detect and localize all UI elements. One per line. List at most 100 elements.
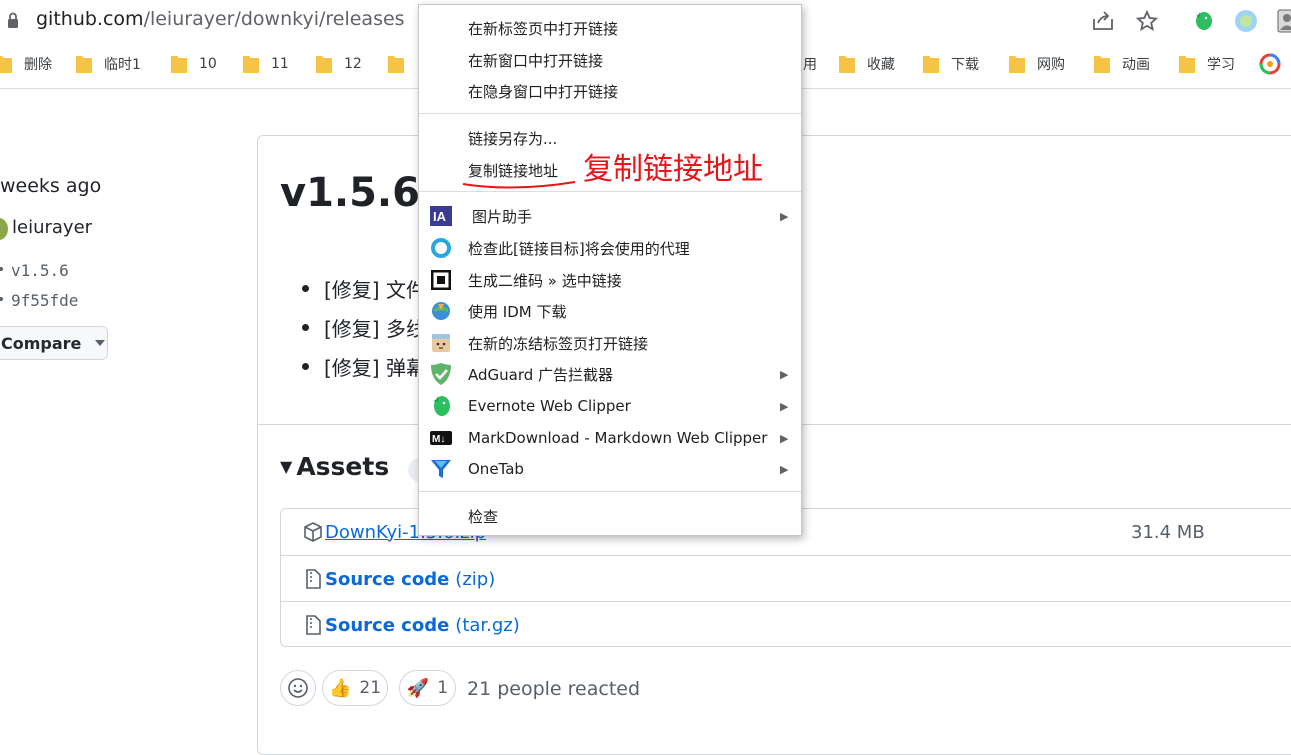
bookmark-folder[interactable]: 学习 [1179, 52, 1235, 76]
markdown-icon: M↓ [430, 427, 452, 449]
menu-check-proxy[interactable]: 检查此[链接目标]将会使用的代理 [419, 233, 801, 263]
folder-icon [1009, 56, 1025, 73]
asset-link[interactable]: Source code [325, 615, 449, 636]
bookmark-folder[interactable]: 收藏 [839, 52, 895, 76]
menu-open-new-tab[interactable]: 在新标签页中打开链接 [419, 13, 801, 43]
menu-separator [419, 113, 801, 114]
folder-icon [1094, 56, 1110, 73]
annotation-label: 复制链接地址 [583, 152, 763, 187]
menu-adguard[interactable]: AdGuard 广告拦截器 ▶ [419, 359, 801, 389]
extension-circle-icon[interactable] [1233, 8, 1259, 34]
submenu-arrow-icon: ▶ [780, 399, 789, 413]
menu-label: MarkDownload - Markdown Web Clipper [468, 429, 768, 447]
bookmark-folder[interactable]: 临时1 [76, 52, 141, 76]
bookmark-label: 网购 [1037, 57, 1065, 73]
menu-label: 在新窗口中打开链接 [468, 51, 604, 70]
menu-label: 检查 [468, 507, 499, 526]
profile-avatar-icon[interactable] [1274, 8, 1291, 34]
proxy-ring-icon [430, 237, 452, 259]
menu-inspect[interactable]: 检查 [419, 501, 801, 531]
menu-label: 在新的冻结标签页打开链接 [468, 334, 649, 353]
asset-row[interactable]: Source code (tar.gz) [281, 601, 1291, 648]
submenu-arrow-icon: ▶ [780, 367, 789, 381]
menu-evernote[interactable]: Evernote Web Clipper ▶ [419, 391, 801, 421]
url-host: github.com [36, 8, 144, 30]
bookmark-label: 临时1 [104, 57, 141, 73]
lock-icon[interactable] [6, 11, 20, 31]
menu-image-assistant[interactable]: IA 图片助手 ▶ [419, 201, 801, 231]
asset-ext[interactable]: (zip) [455, 569, 495, 590]
url-path: /leiurayer/downkyi/releases [143, 8, 405, 30]
menu-label: 在新标签页中打开链接 [468, 19, 619, 38]
menu-markdownload[interactable]: M↓ MarkDownload - Markdown Web Clipper ▶ [419, 423, 801, 453]
bookmark-folder[interactable]: 用 [803, 52, 817, 76]
bookmark-folder[interactable]: 删除 [0, 52, 52, 76]
menu-separator [419, 491, 801, 492]
bookmark-label: 11 [271, 56, 289, 72]
bookmark-folder[interactable]: 12 [316, 52, 362, 76]
context-menu: 在新标签页中打开链接 在新窗口中打开链接 在隐身窗口中打开链接 链接另存为...… [418, 4, 802, 536]
reaction-summary: 21 people reacted [467, 678, 641, 700]
bookmark-folder[interactable]: 网购 [1009, 52, 1065, 76]
colorful-site-icon [1259, 53, 1281, 75]
bookmark-folder[interactable]: 11 [243, 52, 289, 76]
menu-label: 使用 IDM 下载 [468, 302, 567, 321]
thumbs-up-reaction[interactable]: 👍 21 [322, 670, 388, 706]
compare-button[interactable]: Compare [0, 326, 108, 360]
folder-icon [1179, 56, 1195, 73]
release-title[interactable]: v1.5.6 [280, 170, 420, 216]
idm-globe-icon [430, 300, 452, 322]
author-avatar[interactable] [0, 218, 8, 240]
annotation-underline [462, 181, 576, 189]
rocket-reaction[interactable]: 🚀 1 [399, 670, 456, 706]
folder-icon [388, 56, 404, 73]
menu-open-new-window[interactable]: 在新窗口中打开链接 [419, 45, 801, 75]
menu-open-incognito[interactable]: 在隐身窗口中打开链接 [419, 76, 801, 106]
bookmark-site[interactable] [1259, 52, 1281, 76]
onetab-funnel-icon [430, 458, 452, 480]
menu-label: 链接另存为... [468, 129, 558, 148]
smiley-icon [288, 678, 308, 698]
note-text: [修复] 文件 [324, 278, 426, 302]
thumbs-up-icon: 👍 [328, 677, 352, 699]
svg-text:M↓: M↓ [432, 434, 445, 445]
menu-label: Evernote Web Clipper [468, 397, 631, 415]
assets-toggle[interactable]: ▼ Assets [280, 452, 389, 481]
commit-icon [0, 297, 3, 301]
submenu-arrow-icon: ▶ [780, 209, 789, 223]
bookmark-label: 10 [199, 56, 217, 72]
folder-icon [316, 56, 332, 73]
caret-down-icon [95, 340, 106, 346]
frozen-tab-icon [430, 332, 452, 354]
release-commit[interactable]: 9f55fde [11, 291, 78, 310]
menu-idm-download[interactable]: 使用 IDM 下载 [419, 296, 801, 326]
bookmark-label: 学习 [1207, 57, 1235, 73]
bookmark-folder[interactable] [388, 52, 416, 76]
add-reaction-button[interactable] [280, 670, 316, 706]
triangle-down-icon: ▼ [280, 457, 293, 476]
asset-link[interactable]: Source code [325, 569, 449, 590]
menu-onetab[interactable]: OneTab ▶ [419, 454, 801, 484]
evernote-extension-icon[interactable] [1190, 8, 1216, 34]
release-tag[interactable]: v1.5.6 [11, 261, 69, 280]
folder-icon [923, 56, 939, 73]
bullet-icon [302, 324, 309, 331]
asset-size: 31.4 MB [1131, 521, 1205, 543]
release-time: weeks ago [0, 175, 102, 197]
bookmark-folder[interactable]: 动画 [1094, 52, 1150, 76]
bookmark-folder[interactable]: 10 [171, 52, 217, 76]
share-icon[interactable] [1090, 8, 1116, 34]
author-name[interactable]: leiurayer [12, 217, 92, 238]
submenu-arrow-icon: ▶ [780, 431, 789, 445]
asset-ext[interactable]: (tar.gz) [455, 615, 519, 636]
bookmark-label: 下载 [951, 57, 979, 73]
file-zip-icon [306, 615, 321, 635]
star-bookmark-icon[interactable] [1134, 8, 1160, 34]
menu-frozen-tab[interactable]: 在新的冻结标签页打开链接 [419, 328, 801, 358]
url-text[interactable]: github.com/leiurayer/downkyi/releases [36, 8, 405, 30]
bookmark-folder[interactable]: 下载 [923, 52, 979, 76]
menu-qr-code[interactable]: 生成二维码 » 选中链接 [419, 265, 801, 295]
asset-row[interactable]: Source code (zip) [281, 555, 1291, 602]
menu-label: 检查此[链接目标]将会使用的代理 [468, 239, 690, 258]
adguard-shield-icon [430, 363, 452, 385]
